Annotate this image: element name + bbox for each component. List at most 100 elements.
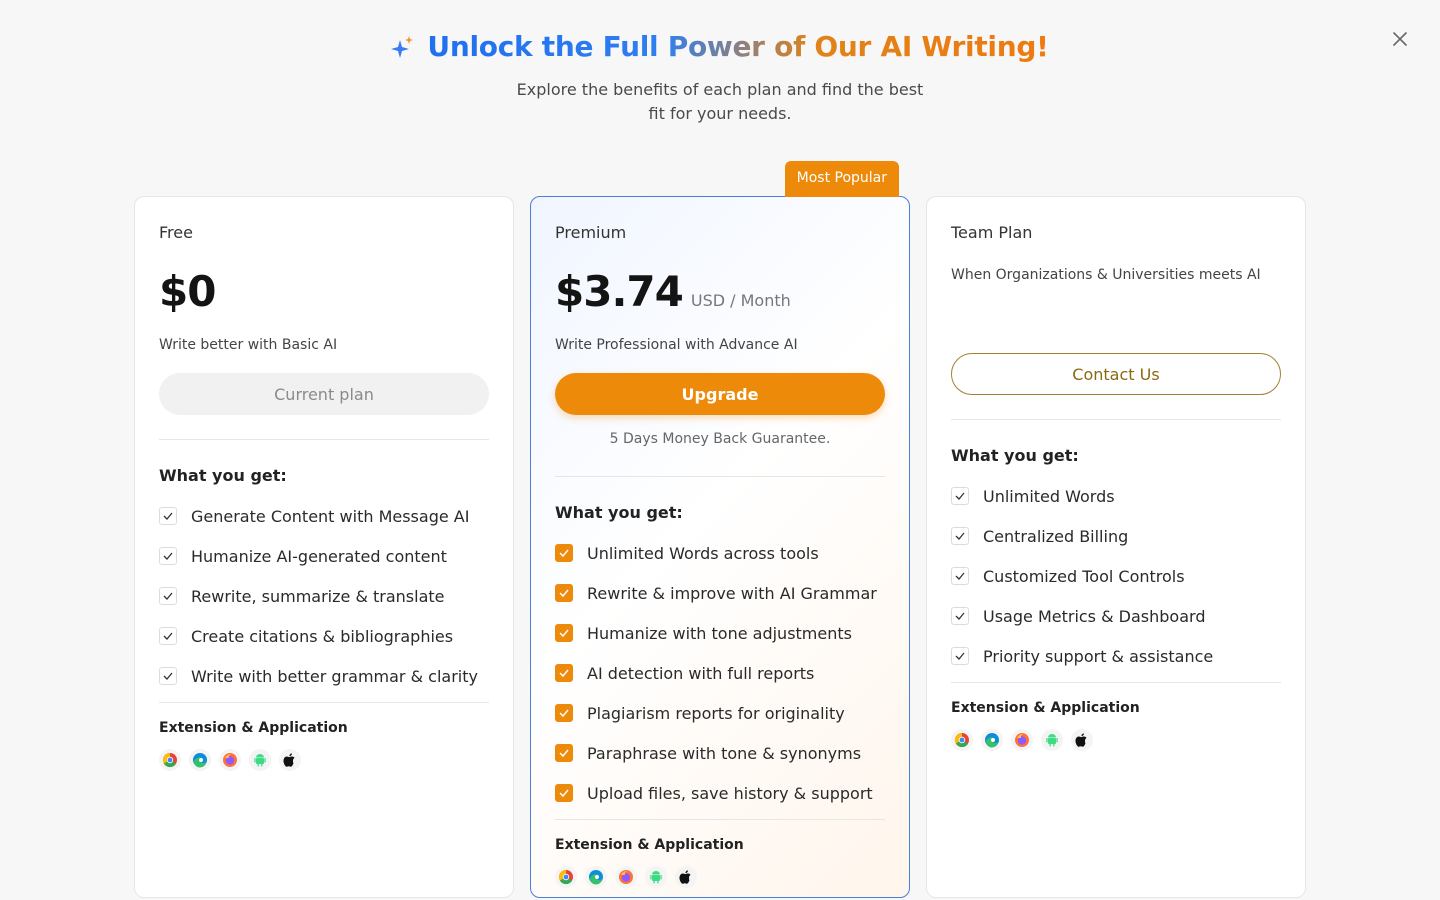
chrome-icon[interactable] xyxy=(555,866,577,888)
check-icon xyxy=(555,624,573,642)
feature-list: Generate Content with Message AI Humaniz… xyxy=(159,496,489,696)
feature-item: Humanize AI-generated content xyxy=(159,536,489,576)
check-icon xyxy=(951,567,969,585)
upgrade-button[interactable]: Upgrade xyxy=(555,373,885,415)
money-back-guarantee: 5 Days Money Back Guarantee. xyxy=(609,431,831,447)
feature-item: Priority support & assistance xyxy=(951,636,1281,676)
feature-label: AI detection with full reports xyxy=(587,663,815,683)
features-title: What you get: xyxy=(159,466,287,485)
apple-icon[interactable] xyxy=(675,866,697,888)
feature-list: Unlimited Words Centralized Billing Cust… xyxy=(951,476,1281,676)
feature-label: Customized Tool Controls xyxy=(983,566,1185,586)
price-row: $3.74 USD / Month xyxy=(555,267,885,317)
feature-label: Centralized Billing xyxy=(983,526,1129,546)
feature-item: Generate Content with Message AI xyxy=(159,496,489,536)
check-icon xyxy=(159,587,177,605)
apple-icon[interactable] xyxy=(279,749,301,771)
plan-price: $0 xyxy=(159,267,216,316)
extension-icons xyxy=(555,866,885,888)
most-popular-badge: Most Popular xyxy=(784,161,899,197)
plan-description: Write better with Basic AI xyxy=(159,337,338,353)
pricing-modal: Unlock the Full Power of Our AI Writing!… xyxy=(0,0,1440,900)
feature-label: Rewrite, summarize & translate xyxy=(191,586,445,606)
android-icon[interactable] xyxy=(249,749,271,771)
feature-item: Paraphrase with tone & synonyms xyxy=(555,733,885,773)
divider xyxy=(951,419,1281,420)
apple-icon[interactable] xyxy=(1071,729,1093,751)
check-icon xyxy=(159,547,177,565)
plan-card-free: Free $0 Write better with Basic AI Curre… xyxy=(134,196,514,898)
feature-item: Customized Tool Controls xyxy=(951,556,1281,596)
plan-description: When Organizations & Universities meets … xyxy=(951,267,1261,283)
check-icon xyxy=(555,704,573,722)
feature-label: Paraphrase with tone & synonyms xyxy=(587,743,862,763)
feature-label: Rewrite & improve with AI Grammar xyxy=(587,583,877,603)
plan-card-premium: Most Popular Premium $3.74 USD / Month W… xyxy=(530,161,910,898)
feature-item: Centralized Billing xyxy=(951,516,1281,556)
page-subtitle: Explore the benefits of each plan and fi… xyxy=(516,79,924,123)
check-icon xyxy=(159,507,177,525)
modal-header: Unlock the Full Power of Our AI Writing!… xyxy=(0,30,1440,126)
page-title: Unlock the Full Power of Our AI Writing! xyxy=(427,30,1049,63)
extensions-title: Extension & Application xyxy=(159,720,348,736)
check-icon xyxy=(555,664,573,682)
check-icon xyxy=(555,744,573,762)
feature-item: AI detection with full reports xyxy=(555,653,885,693)
feature-label: Humanize with tone adjustments xyxy=(587,623,852,643)
feature-label: Create citations & bibliographies xyxy=(191,626,454,646)
divider xyxy=(951,682,1281,683)
feature-item: Create citations & bibliographies xyxy=(159,616,489,656)
close-button[interactable] xyxy=(1387,28,1413,54)
feature-label: Humanize AI-generated content xyxy=(191,546,447,566)
feature-item: Plagiarism reports for originality xyxy=(555,693,885,733)
extensions-title: Extension & Application xyxy=(951,700,1140,716)
check-icon xyxy=(159,667,177,685)
check-icon xyxy=(555,584,573,602)
firefox-icon[interactable] xyxy=(219,749,241,771)
plan-description: Write Professional with Advance AI xyxy=(555,337,798,353)
plan-name: Team Plan xyxy=(951,223,1033,242)
check-icon xyxy=(555,544,573,562)
feature-item: Rewrite & improve with AI Grammar xyxy=(555,573,885,613)
plan-name: Free xyxy=(159,223,193,242)
contact-us-button[interactable]: Contact Us xyxy=(951,353,1281,395)
plan-price: $3.74 xyxy=(555,267,684,316)
divider xyxy=(159,439,489,440)
edge-icon[interactable] xyxy=(585,866,607,888)
current-plan-button[interactable]: Current plan xyxy=(159,373,489,415)
feature-label: Write with better grammar & clarity xyxy=(191,666,478,686)
chrome-icon[interactable] xyxy=(951,729,973,751)
check-icon xyxy=(555,784,573,802)
feature-label: Generate Content with Message AI xyxy=(191,506,470,526)
android-icon[interactable] xyxy=(1041,729,1063,751)
features-title: What you get: xyxy=(951,446,1079,465)
firefox-icon[interactable] xyxy=(1011,729,1033,751)
edge-icon[interactable] xyxy=(981,729,1003,751)
sparkle-icon xyxy=(391,34,415,60)
check-icon xyxy=(951,527,969,545)
check-icon xyxy=(951,487,969,505)
divider xyxy=(159,702,489,703)
check-icon xyxy=(159,627,177,645)
chrome-icon[interactable] xyxy=(159,749,181,771)
feature-item: Write with better grammar & clarity xyxy=(159,656,489,696)
feature-item: Unlimited Words across tools xyxy=(555,533,885,573)
feature-label: Priority support & assistance xyxy=(983,646,1214,666)
divider xyxy=(555,476,885,477)
feature-item: Rewrite, summarize & translate xyxy=(159,576,489,616)
firefox-icon[interactable] xyxy=(615,866,637,888)
feature-label: Unlimited Words across tools xyxy=(587,543,819,563)
android-icon[interactable] xyxy=(645,866,667,888)
edge-icon[interactable] xyxy=(189,749,211,771)
check-icon xyxy=(951,647,969,665)
feature-label: Upload files, save history & support xyxy=(587,783,873,803)
feature-label: Usage Metrics & Dashboard xyxy=(983,606,1206,626)
close-icon xyxy=(1392,31,1408,51)
divider xyxy=(555,819,885,820)
check-icon xyxy=(951,607,969,625)
plan-name: Premium xyxy=(555,223,627,242)
feature-item: Usage Metrics & Dashboard xyxy=(951,596,1281,636)
feature-item: Unlimited Words xyxy=(951,476,1281,516)
feature-item: Humanize with tone adjustments xyxy=(555,613,885,653)
price-unit: USD / Month xyxy=(690,291,791,310)
